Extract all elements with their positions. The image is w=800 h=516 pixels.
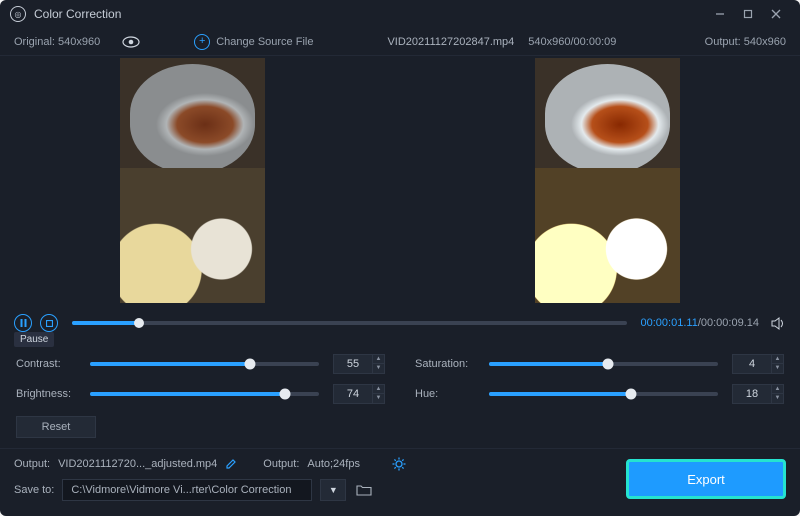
- minimize-icon: [715, 9, 725, 19]
- output-preview: [535, 58, 680, 303]
- original-dimensions-label: Original: 540x960: [14, 36, 100, 48]
- output-settings-value: Auto;24fps: [307, 458, 360, 470]
- edit-filename-button[interactable]: [225, 458, 237, 470]
- contrast-control: Contrast: 55 ▲▼: [16, 354, 385, 374]
- playback-controls: Pause 00:00:01.11/00:00:09.14: [0, 306, 800, 336]
- output-dimensions-label: Output: 540x960: [705, 36, 786, 48]
- pause-tooltip: Pause: [14, 332, 54, 347]
- source-file-name: VID20211127202847.mp4: [387, 36, 514, 48]
- output-settings-label: Output:: [263, 458, 299, 470]
- volume-icon: [771, 317, 786, 330]
- brightness-label: Brightness:: [16, 388, 80, 400]
- window-title: Color Correction: [34, 7, 121, 21]
- app-logo-icon: ◎: [10, 6, 26, 22]
- browse-folder-button[interactable]: [356, 484, 372, 496]
- seek-knob[interactable]: [134, 318, 144, 328]
- brightness-spinner[interactable]: ▲▼: [372, 385, 384, 403]
- saturation-control: Saturation: 4 ▲▼: [415, 354, 784, 374]
- maximize-icon: [743, 9, 753, 19]
- timecode: 00:00:01.11/00:00:09.14: [641, 317, 759, 329]
- save-path-field[interactable]: C:\Vidmore\Vidmore Vi...rter\Color Corre…: [62, 479, 312, 501]
- saturation-value-input[interactable]: 4 ▲▼: [732, 354, 784, 374]
- output-settings-button[interactable]: [392, 457, 406, 471]
- hue-control: Hue: 18 ▲▼: [415, 384, 784, 404]
- stop-icon: [46, 320, 53, 327]
- output-filename-label: Output:: [14, 458, 50, 470]
- contrast-label: Contrast:: [16, 358, 80, 370]
- contrast-spinner[interactable]: ▲▼: [372, 355, 384, 373]
- output-filename-row: Output: VID2021112720..._adjusted.mp4 Ou…: [14, 457, 614, 471]
- close-button[interactable]: [762, 0, 790, 28]
- hue-slider[interactable]: [489, 392, 718, 396]
- original-preview: [120, 58, 265, 303]
- seek-fill: [72, 321, 139, 325]
- volume-button[interactable]: [771, 317, 786, 330]
- hue-value-input[interactable]: 18 ▲▼: [732, 384, 784, 404]
- brightness-control: Brightness: 74 ▲▼: [16, 384, 385, 404]
- eye-icon: [122, 36, 140, 48]
- footer: Output: VID2021112720..._adjusted.mp4 Ou…: [0, 448, 800, 511]
- adjustment-controls: Contrast: 55 ▲▼ Saturation: 4 ▲▼ Brightn…: [0, 336, 800, 410]
- contrast-slider[interactable]: [90, 362, 319, 366]
- current-time: 00:00:01.11: [641, 317, 698, 329]
- source-file-meta: 540x960/00:00:09: [528, 36, 616, 48]
- change-source-label: Change Source File: [216, 36, 313, 48]
- pause-icon: [20, 319, 27, 327]
- hue-value: 18: [733, 388, 771, 400]
- gear-icon: [392, 457, 406, 471]
- plus-icon: +: [194, 34, 210, 50]
- brightness-value-input[interactable]: 74 ▲▼: [333, 384, 385, 404]
- contrast-value: 55: [334, 358, 372, 370]
- saturation-value: 4: [733, 358, 771, 370]
- close-icon: [771, 9, 781, 19]
- color-correction-window: ◎ Color Correction Original: 540x960 + C…: [0, 0, 800, 516]
- save-to-row: Save to: C:\Vidmore\Vidmore Vi...rter\Co…: [14, 479, 614, 501]
- export-button[interactable]: Export: [626, 459, 786, 499]
- pause-button[interactable]: [14, 314, 32, 332]
- save-to-label: Save to:: [14, 484, 54, 496]
- hue-spinner[interactable]: ▲▼: [771, 385, 783, 403]
- minimize-button[interactable]: [706, 0, 734, 28]
- saturation-spinner[interactable]: ▲▼: [771, 355, 783, 373]
- toggle-preview-button[interactable]: [122, 36, 140, 48]
- reset-button[interactable]: Reset: [16, 416, 96, 438]
- stop-button[interactable]: [40, 314, 58, 332]
- hue-label: Hue:: [415, 388, 479, 400]
- preview-area: [0, 56, 800, 306]
- contrast-value-input[interactable]: 55 ▲▼: [333, 354, 385, 374]
- folder-icon: [356, 484, 372, 496]
- titlebar: ◎ Color Correction: [0, 0, 800, 28]
- pencil-icon: [225, 458, 237, 470]
- saturation-slider[interactable]: [489, 362, 718, 366]
- brightness-value: 74: [334, 388, 372, 400]
- brightness-slider[interactable]: [90, 392, 319, 396]
- total-time: 00:00:09.14: [701, 317, 759, 329]
- output-filename: VID2021112720..._adjusted.mp4: [58, 458, 217, 470]
- maximize-button[interactable]: [734, 0, 762, 28]
- saturation-label: Saturation:: [415, 358, 479, 370]
- save-path-dropdown[interactable]: ▼: [320, 479, 346, 501]
- change-source-button[interactable]: + Change Source File: [194, 34, 313, 50]
- header-row: Original: 540x960 + Change Source File V…: [0, 28, 800, 56]
- seek-slider[interactable]: [72, 321, 627, 325]
